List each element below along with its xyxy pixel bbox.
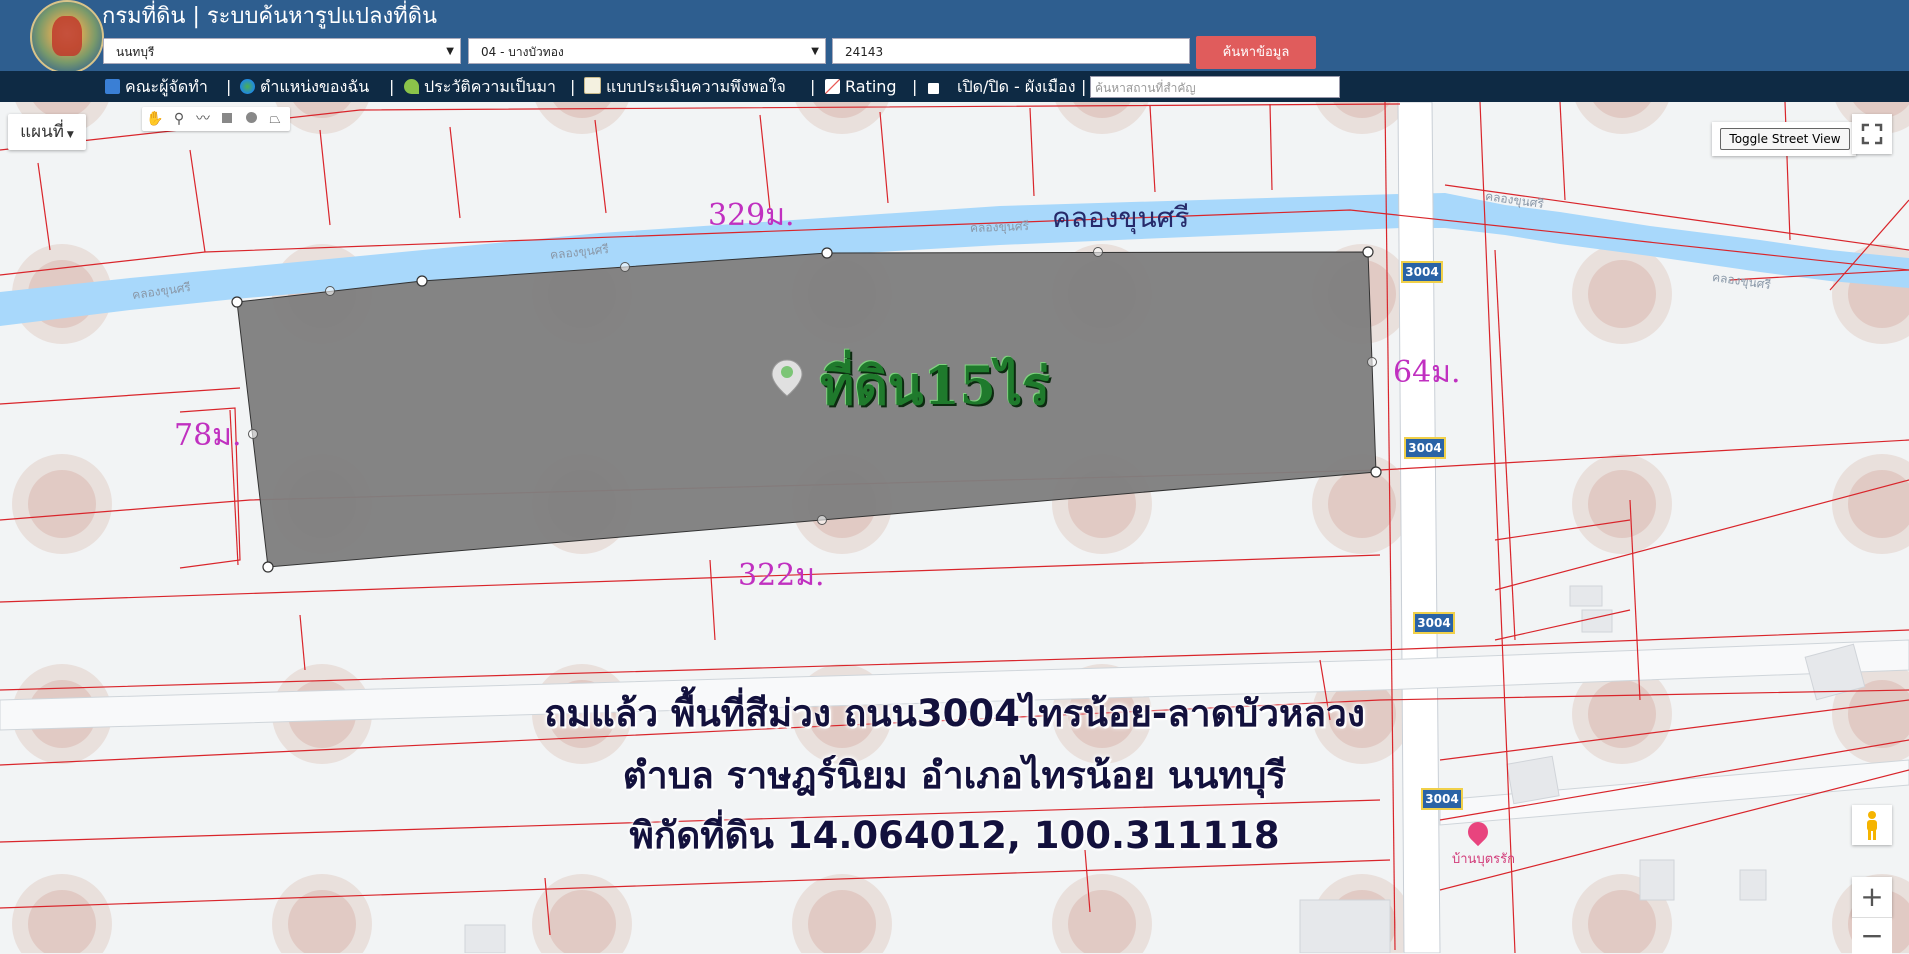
district-select[interactable]: 04 - บางบัวทอง ▼ bbox=[468, 38, 826, 64]
overlay-location-line: ตำบล ราษฎร์นิยม อำเภอไทรน้อย นนทบุรี bbox=[622, 754, 1287, 797]
toolbar-separator: | bbox=[1081, 77, 1087, 96]
toolbar-item-label: ประวัติความเป็นมา bbox=[424, 77, 557, 96]
chart-icon bbox=[825, 79, 840, 94]
toolbar-item-history[interactable]: ประวัติความเป็นมา bbox=[404, 76, 556, 98]
zoom-out-button[interactable]: − bbox=[1852, 917, 1892, 954]
marker-icon[interactable]: ⚲ bbox=[170, 110, 188, 128]
toolbar-separator: | bbox=[912, 77, 918, 96]
overlay-description-line: ถมแล้ว พื้นที่สีม่วง ถนน3004ไทรน้อย-ลาดบ… bbox=[544, 692, 1365, 735]
toolbar-item-label: คณะผู้จัดทำ bbox=[125, 77, 208, 96]
polygon-icon[interactable]: ⏢ bbox=[266, 110, 284, 128]
sprout-icon bbox=[404, 79, 419, 94]
dimension-left: 78ม. bbox=[174, 418, 242, 453]
toolbar-item-label: เปิด/ปิด - ผังเมือง bbox=[957, 77, 1076, 96]
toolbar-item-cityplan-toggle[interactable]: เปิด/ปิด - ผังเมือง bbox=[928, 76, 1076, 98]
map-type-label: แผนที่ bbox=[20, 122, 64, 142]
province-select[interactable]: นนทบุรี ▼ bbox=[103, 38, 461, 64]
map-type-button[interactable]: แผนที่ ▼ bbox=[8, 114, 86, 150]
rectangle-icon[interactable] bbox=[218, 110, 236, 128]
parcel-number-value: 24143 bbox=[845, 45, 884, 59]
province-select-value: นนทบุรี bbox=[116, 45, 155, 59]
overlay-coordinates-line: พิกัดที่ดิน 14.064012, 100.311118 bbox=[629, 814, 1280, 857]
parcel-number-input[interactable]: 24143 bbox=[832, 38, 1190, 64]
toolbar-item-rating[interactable]: Rating bbox=[825, 76, 897, 98]
chevron-down-icon: ▼ bbox=[446, 46, 454, 57]
chevron-down-icon: ▼ bbox=[811, 46, 819, 57]
toolbar-item-label: Rating bbox=[845, 77, 897, 96]
parcel-area-label: ที่ดิน15ไร่ bbox=[820, 356, 1051, 417]
road-shield: 3004 bbox=[1413, 612, 1455, 634]
hand-icon[interactable]: ✋ bbox=[146, 110, 164, 128]
pegman-button[interactable] bbox=[1852, 805, 1892, 845]
logo-emblem bbox=[52, 16, 82, 56]
place-search-input[interactable]: ค้นหาสถานที่สำคัญ bbox=[1090, 76, 1340, 98]
globe-icon bbox=[240, 79, 255, 94]
toolbar-item-label: ตำแหน่งของฉัน bbox=[260, 77, 370, 96]
drawing-toolbar: ✋ ⚲ 〰 ⏢ bbox=[142, 107, 290, 131]
road-shield: 3004 bbox=[1404, 437, 1446, 459]
toolbar-item-my-location[interactable]: ตำแหน่งของฉัน bbox=[240, 76, 369, 98]
search-button[interactable]: ค้นหาข้อมูล bbox=[1196, 36, 1316, 69]
toolbar-separator: | bbox=[570, 77, 576, 96]
toggle-street-view-button[interactable]: Toggle Street View bbox=[1720, 128, 1850, 150]
circle-icon[interactable] bbox=[242, 110, 260, 128]
canal-label: คลองขุนศรี bbox=[969, 218, 1030, 236]
street-view-control: Toggle Street View bbox=[1712, 122, 1856, 156]
toolbar-separator: | bbox=[389, 77, 395, 96]
polyline-icon[interactable]: 〰 bbox=[194, 110, 212, 128]
toolbar-item-label: แบบประเมินความพึงพอใจ bbox=[606, 77, 786, 96]
memo-icon bbox=[584, 77, 601, 94]
dimension-right: 64ม. bbox=[1393, 355, 1461, 390]
fullscreen-button[interactable] bbox=[1852, 114, 1892, 154]
gift-icon bbox=[105, 79, 120, 94]
app-title: กรมที่ดิน | ระบบค้นหารูปแปลงที่ดิน bbox=[102, 4, 438, 29]
caret-down-icon: ▼ bbox=[66, 130, 74, 140]
toolbar-separator: | bbox=[810, 77, 816, 96]
toolbar-item-team[interactable]: คณะผู้จัดทำ bbox=[105, 76, 208, 98]
district-select-value: 04 - บางบัวทอง bbox=[481, 45, 564, 59]
fullscreen-icon bbox=[1861, 123, 1883, 145]
road-shield: 3004 bbox=[1401, 261, 1443, 283]
dimension-bottom: 322ม. bbox=[738, 558, 825, 593]
checkbox-icon[interactable] bbox=[928, 83, 939, 94]
department-logo bbox=[30, 0, 104, 74]
canal-name-annotation: คลองขุนศรี bbox=[1052, 201, 1190, 234]
dimension-top: 329ม. bbox=[708, 198, 795, 233]
zoom-in-button[interactable]: + bbox=[1852, 877, 1892, 917]
toolbar-separator: | bbox=[226, 77, 232, 96]
pegman-icon bbox=[1867, 811, 1877, 840]
toolbar-item-survey[interactable]: แบบประเมินความพึงพอใจ bbox=[584, 76, 786, 98]
